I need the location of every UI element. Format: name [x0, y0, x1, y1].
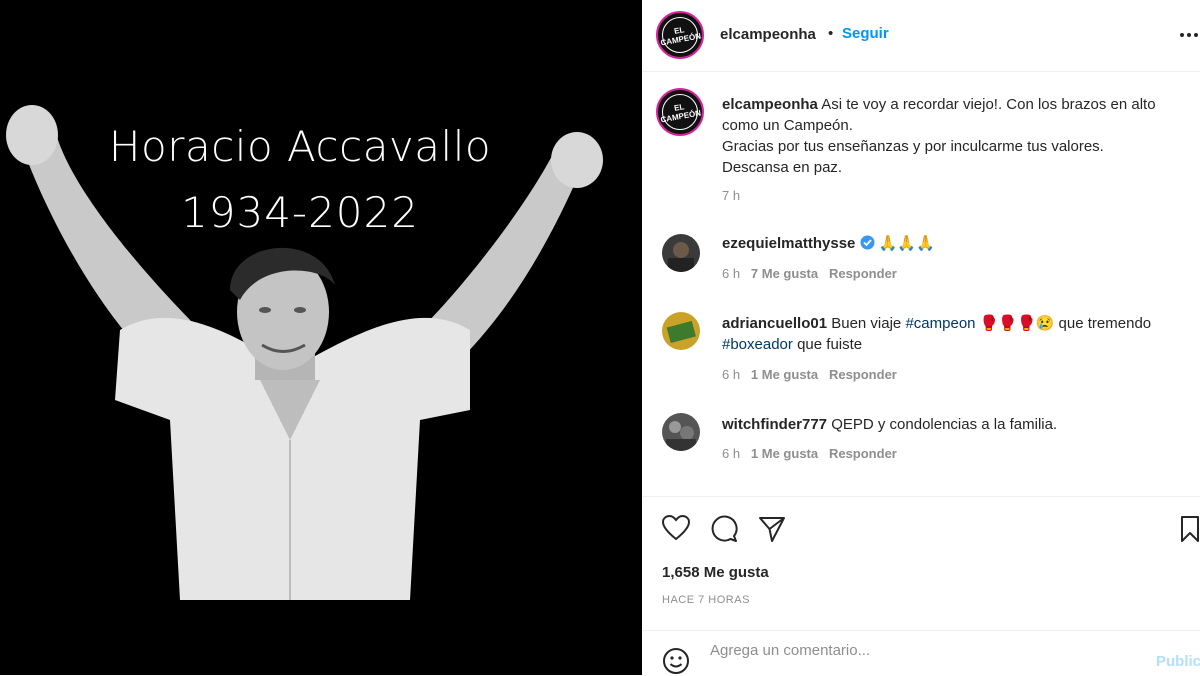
- caption-line: Gracias por tus enseñanzas y por inculca…: [722, 138, 1104, 155]
- verified-badge-icon: [860, 235, 875, 256]
- commenter-avatar[interactable]: [662, 312, 700, 350]
- comment-input[interactable]: [708, 641, 1112, 660]
- likes-count[interactable]: 1,658 Me gusta: [662, 564, 769, 581]
- comment-time: 6 h: [722, 266, 741, 281]
- commenter-avatar[interactable]: [662, 413, 700, 451]
- hashtag-link[interactable]: #campeon: [905, 315, 975, 332]
- follow-button[interactable]: Seguir: [842, 25, 889, 42]
- heart-icon[interactable]: [662, 515, 690, 541]
- caption-line: como un Campeón.: [722, 117, 853, 134]
- comment-text: Buen viaje: [831, 315, 902, 332]
- comment-icon[interactable]: [710, 515, 738, 543]
- bookmark-icon[interactable]: [1180, 515, 1200, 543]
- comment-time: 6 h: [722, 446, 741, 461]
- person-photo: [6, 105, 603, 600]
- reply-button[interactable]: Responder: [829, 367, 897, 382]
- add-comment-bar: Publicar: [642, 630, 1200, 676]
- commenter-username[interactable]: witchfinder777: [722, 416, 827, 433]
- author-avatar[interactable]: EL CAMPEÓN: [656, 11, 704, 59]
- comment-text: QEPD y condolencias a la familia.: [831, 416, 1058, 433]
- more-options-icon[interactable]: [1178, 24, 1200, 46]
- post-image-years: 1934-2022: [181, 188, 419, 237]
- comment-likes[interactable]: 7 Me gusta: [751, 266, 818, 281]
- emoji-icon[interactable]: [662, 647, 690, 675]
- reply-button[interactable]: Responder: [829, 266, 897, 281]
- caption-line: Descansa en paz.: [722, 159, 843, 176]
- post-image[interactable]: Horacio Accavallo 1934-2022: [0, 0, 642, 675]
- comment-likes[interactable]: 1 Me gusta: [751, 446, 818, 461]
- caption-time: 7 h: [722, 188, 741, 203]
- share-icon[interactable]: [758, 515, 786, 543]
- hashtag-link[interactable]: #boxeador: [722, 336, 793, 353]
- comment-text: 🥊🥊🥊😢 que tremendo: [979, 315, 1152, 332]
- post-time-ago: HACE 7 HORAS: [662, 594, 750, 606]
- avatar-logo-text: EL CAMPEÓN: [659, 25, 702, 48]
- post-side-panel: EL CAMPEÓN elcampeonha • Seguir EL CAMPE…: [642, 0, 1200, 675]
- caption-avatar[interactable]: EL CAMPEÓN: [656, 88, 704, 136]
- comment-likes[interactable]: 1 Me gusta: [751, 367, 818, 382]
- post-header: EL CAMPEÓN elcampeonha • Seguir: [642, 0, 1200, 72]
- caption-line: Asi te voy a recordar viejo!. Con los br…: [821, 96, 1156, 113]
- caption-username[interactable]: elcampeonha: [722, 96, 818, 113]
- author-username[interactable]: elcampeonha: [720, 26, 816, 43]
- commenter-avatar[interactable]: [662, 234, 700, 272]
- comment-time: 6 h: [722, 367, 741, 382]
- avatar-logo-text: EL CAMPEÓN: [659, 102, 702, 125]
- post-image-name: Horacio Accavallo: [108, 122, 492, 171]
- reply-button[interactable]: Responder: [829, 446, 897, 461]
- comment-text: que fuiste: [797, 336, 863, 353]
- header-separator: •: [828, 25, 834, 42]
- commenter-username[interactable]: ezequielmatthysse: [722, 235, 855, 252]
- publish-button[interactable]: Publicar: [1156, 653, 1200, 670]
- comment-text: 🙏🙏🙏: [878, 235, 935, 252]
- commenter-username[interactable]: adriancuello01: [722, 315, 827, 332]
